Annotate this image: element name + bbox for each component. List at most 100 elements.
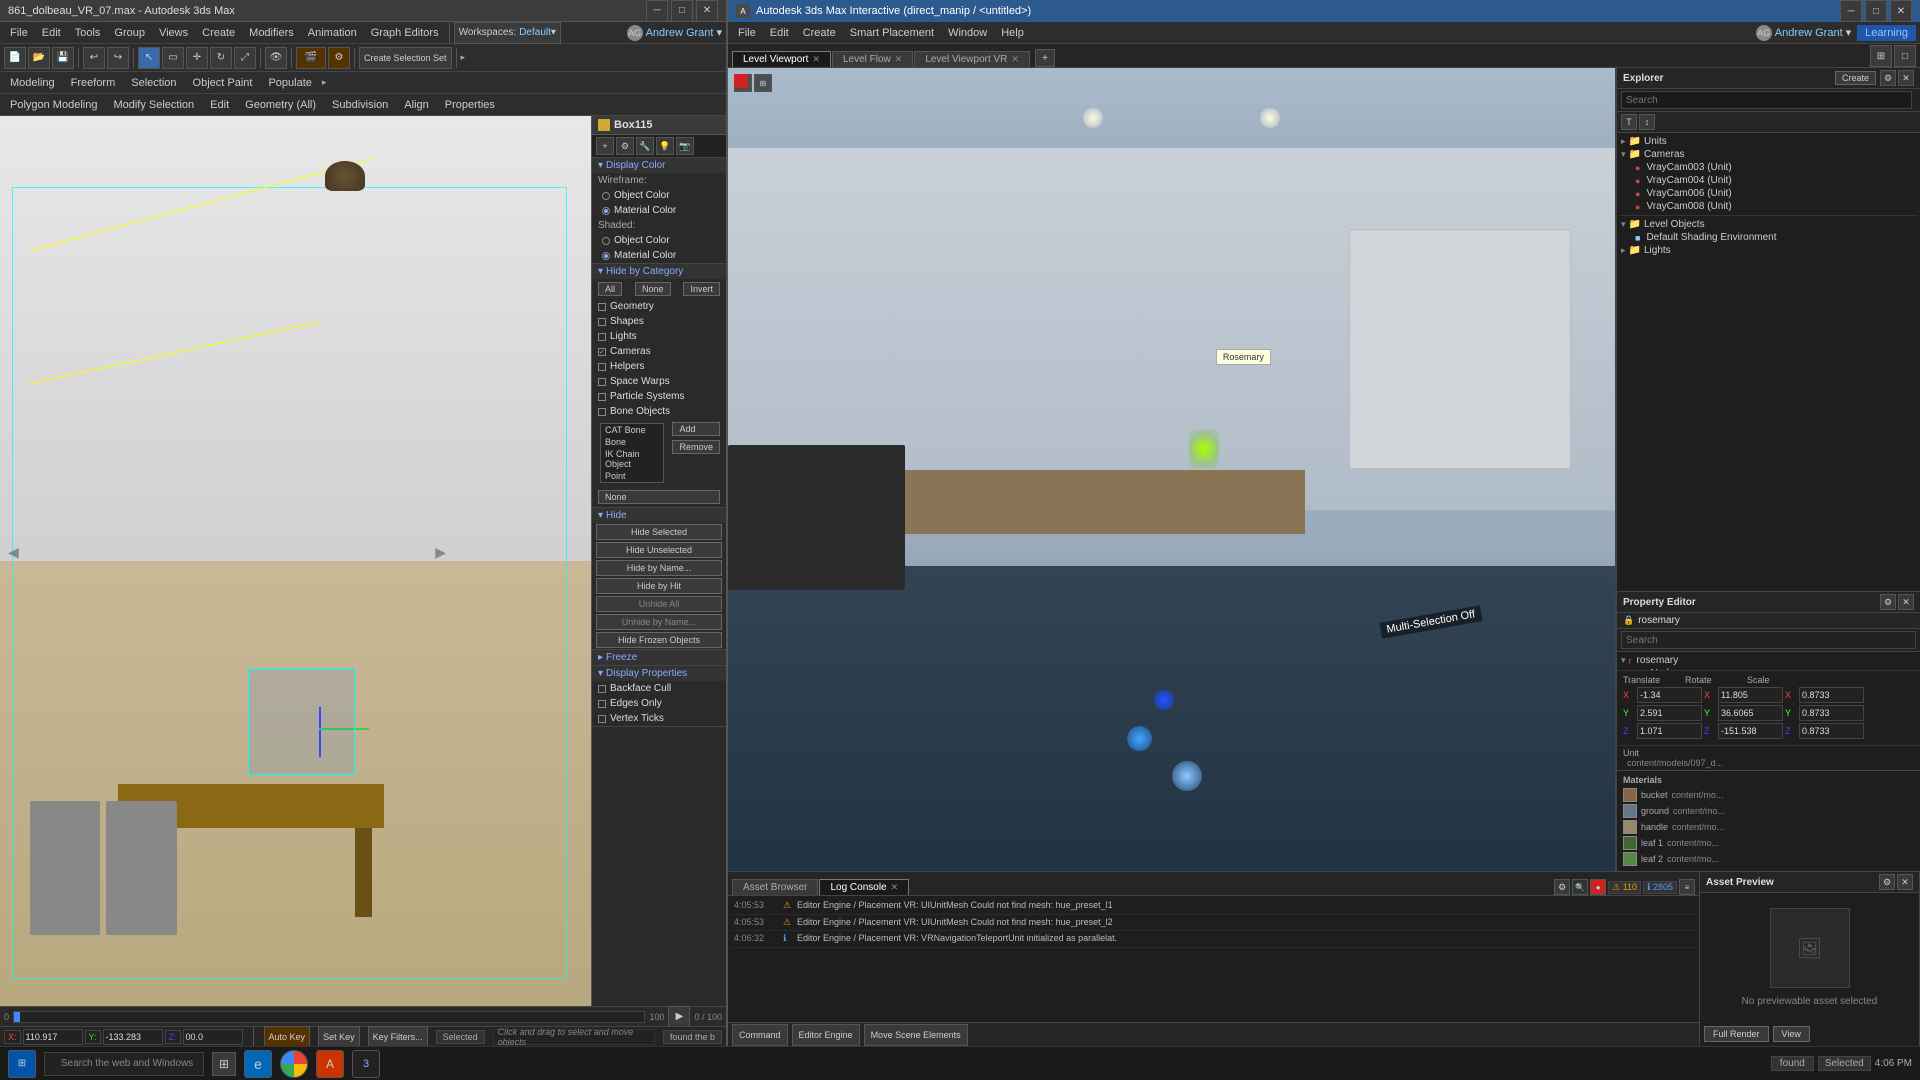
cameras-check[interactable]: ✓ [598, 348, 606, 356]
close-button[interactable]: ✕ [696, 0, 718, 22]
bone-objects-check[interactable] [598, 408, 606, 416]
tree-item-lights[interactable]: ▸ 📁 Lights [1619, 244, 1918, 257]
hide-unselected-btn[interactable]: Hide Unselected [596, 542, 722, 558]
new-scene-btn[interactable]: 📄 [4, 47, 26, 69]
preview-settings-btn[interactable]: ⚙ [1879, 874, 1895, 890]
menu-views[interactable]: Views [153, 26, 194, 40]
explorer-settings-btn[interactable]: ⚙ [1880, 70, 1896, 86]
coord-z-field[interactable]: 00.0 [183, 1029, 243, 1045]
panel-icon-1[interactable]: + [596, 137, 614, 155]
hide-by-category-header[interactable]: ▾ Hide by Category [592, 264, 726, 279]
tb3-polygon-modeling[interactable]: Polygon Modeling [4, 98, 103, 112]
right-user-dropdown[interactable]: AG Andrew Grant ▾ [1756, 25, 1851, 41]
remove-btn[interactable]: Remove [672, 440, 720, 454]
auto-key-btn[interactable]: Auto Key [264, 1026, 311, 1047]
log-settings-btn[interactable]: ⚙ [1554, 879, 1570, 895]
none-btn[interactable]: None [635, 282, 671, 296]
tb2-object-paint[interactable]: Object Paint [187, 76, 259, 90]
log-icon-1[interactable]: 🔍 [1572, 879, 1588, 895]
unhide-all-btn[interactable]: Unhide All [596, 596, 722, 612]
tb2-modeling[interactable]: Modeling [4, 76, 61, 90]
open-btn[interactable]: 📂 [28, 47, 50, 69]
taskbar-edge[interactable]: e [244, 1050, 272, 1078]
preview-close-btn[interactable]: ✕ [1897, 874, 1913, 890]
tb3-subdivision[interactable]: Subdivision [326, 98, 394, 112]
log-icon-2[interactable]: ● [1590, 879, 1606, 895]
panel-icon-4[interactable]: 💡 [656, 137, 674, 155]
list-none-btn[interactable]: None [598, 490, 720, 504]
maximize-panel-btn[interactable]: □ [1894, 45, 1916, 67]
right-3d-viewport[interactable]: Rosemary Multi-Selection Off 📷 ⊞ [728, 68, 1615, 871]
sx-z-field[interactable] [1799, 723, 1864, 739]
set-key-btn[interactable]: Set Key [318, 1026, 360, 1047]
tx-z-field[interactable] [1637, 723, 1702, 739]
engine-btn[interactable]: Editor Engine [792, 1024, 860, 1046]
helpers-check[interactable] [598, 363, 606, 371]
explorer-search-input[interactable] [1621, 91, 1912, 109]
tab-close-1[interactable]: ✕ [895, 54, 903, 65]
timeline-track[interactable] [13, 1011, 645, 1023]
taskbar-3dsmax[interactable]: 3 [352, 1050, 380, 1078]
prop-editor-search-input[interactable] [1621, 631, 1916, 649]
panel-icon-2[interactable]: ⚙ [616, 137, 634, 155]
rmenu-edit[interactable]: Edit [764, 26, 795, 40]
tab-level-viewport-vr[interactable]: Level Viewport VR ✕ [914, 51, 1030, 67]
timeline-play-btn[interactable]: ▶ [668, 1006, 690, 1028]
cmd-btn[interactable]: Command [732, 1024, 788, 1046]
tab-close-0[interactable]: ✕ [812, 54, 820, 65]
filter-btn-2[interactable]: ↕ [1639, 114, 1655, 130]
tx-x-field[interactable] [1637, 687, 1702, 703]
select-btn[interactable]: ↖ [138, 47, 160, 69]
tb3-modify-selection[interactable]: Modify Selection [107, 98, 200, 112]
shapes-check[interactable] [598, 318, 606, 326]
rx-y-field[interactable] [1718, 705, 1783, 721]
space-warps-check[interactable] [598, 378, 606, 386]
rx-x-field[interactable] [1718, 687, 1783, 703]
list-item-ik-chain[interactable]: IK Chain Object [601, 448, 663, 470]
prop-editor-settings-btn[interactable]: ⚙ [1880, 594, 1896, 610]
coord-x-field[interactable]: 110.917 [23, 1029, 83, 1045]
display-properties-header[interactable]: ▾ Display Properties [592, 666, 726, 681]
display-color-header[interactable]: ▾ Display Color [592, 158, 726, 173]
explorer-close-btn[interactable]: ✕ [1898, 70, 1914, 86]
vp-grid-btn[interactable]: ⊞ [754, 74, 772, 92]
tab-asset-browser[interactable]: Asset Browser [732, 879, 818, 895]
panel-icon-5[interactable]: 📷 [676, 137, 694, 155]
particle-systems-check[interactable] [598, 393, 606, 401]
add-tab-btn[interactable]: + [1035, 49, 1055, 67]
hide-selected-btn[interactable]: Hide Selected [596, 524, 722, 540]
lights-check[interactable] [598, 333, 606, 341]
tree-item-vray2[interactable]: ● VrayCam004 (Unit) [1619, 174, 1918, 187]
rmenu-smart-placement[interactable]: Smart Placement [844, 26, 940, 40]
hide-by-name-btn[interactable]: Hide by Name... [596, 560, 722, 576]
view-toggle-btn[interactable]: 👁 [265, 47, 287, 69]
right-restore-btn[interactable]: □ [1865, 0, 1887, 22]
sx-y-field[interactable] [1799, 705, 1864, 721]
menu-modifiers[interactable]: Modifiers [243, 26, 300, 40]
taskbar-chrome[interactable]: . [280, 1050, 308, 1078]
right-close-btn[interactable]: ✕ [1890, 0, 1912, 22]
sx-x-field[interactable] [1799, 687, 1864, 703]
menu-edit[interactable]: Edit [36, 26, 67, 40]
redo-btn[interactable]: ↪ [107, 47, 129, 69]
tree-item-units[interactable]: ▸ 📁 Units [1619, 135, 1918, 148]
rmenu-create[interactable]: Create [797, 26, 842, 40]
panel-icon-3[interactable]: 🔧 [636, 137, 654, 155]
render-setup-btn[interactable]: ⚙ [328, 47, 350, 69]
edges-only-check[interactable] [598, 700, 606, 708]
select-region-btn[interactable]: ▭ [162, 47, 184, 69]
undo-btn[interactable]: ↩ [83, 47, 105, 69]
all-btn[interactable]: All [598, 282, 622, 296]
tx-y-field[interactable] [1637, 705, 1702, 721]
create-btn[interactable]: Create [1835, 71, 1876, 85]
tb3-properties[interactable]: Properties [439, 98, 501, 112]
rotate-btn[interactable]: ↻ [210, 47, 232, 69]
user-dropdown[interactable]: AG Andrew Grant ▾ [627, 25, 722, 41]
rmenu-file[interactable]: File [732, 26, 762, 40]
tab-level-flow[interactable]: Level Flow ✕ [832, 51, 913, 67]
tab-log-console[interactable]: Log Console ✕ [819, 879, 909, 895]
menu-animation[interactable]: Animation [302, 26, 363, 40]
tb3-geometry[interactable]: Geometry (All) [239, 98, 322, 112]
tree-item-default-shading[interactable]: ■ Default Shading Environment [1619, 231, 1918, 244]
nav-arrow-left[interactable]: ◀ [8, 544, 19, 561]
